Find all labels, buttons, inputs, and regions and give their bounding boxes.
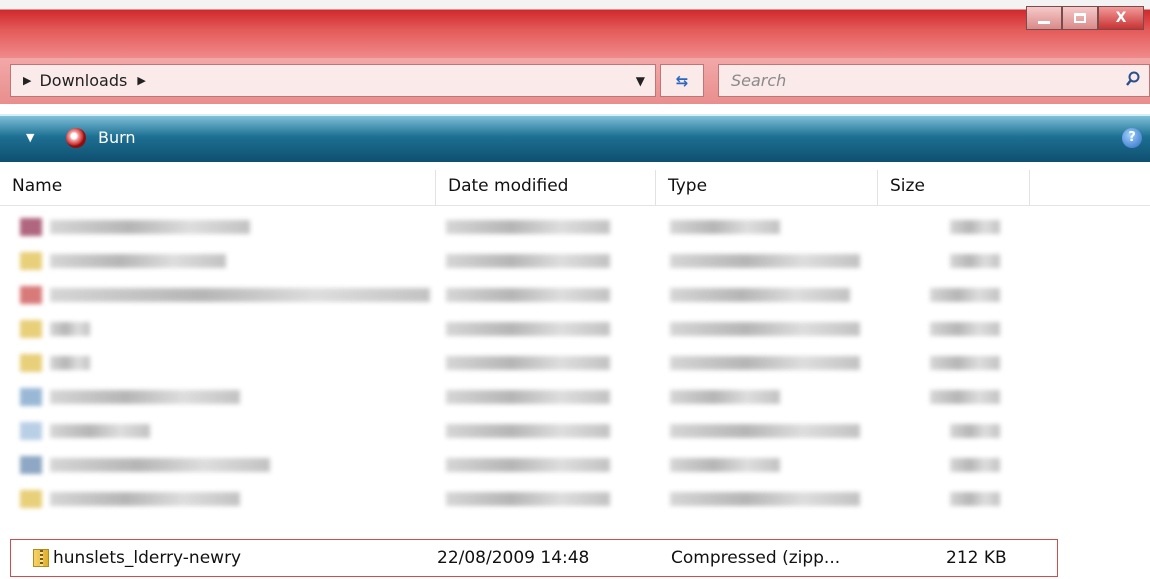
list-item[interactable]: [0, 414, 1030, 448]
close-icon: X: [1115, 10, 1127, 26]
list-item[interactable]: [0, 244, 1030, 278]
breadcrumb-downloads[interactable]: Downloads: [39, 71, 127, 90]
list-item[interactable]: [0, 380, 1030, 414]
file-icon: [20, 422, 42, 440]
refresh-icon: ⇆: [675, 71, 689, 90]
command-toolbar: ▼ Burn ?: [0, 114, 1150, 162]
breadcrumb-chevron-icon[interactable]: ▶: [137, 74, 145, 87]
file-icon: [20, 286, 42, 304]
file-date-modified: 22/08/2009 14:48: [437, 548, 590, 568]
refresh-button[interactable]: ⇆: [660, 64, 704, 97]
list-item[interactable]: [0, 482, 1030, 516]
column-type[interactable]: Type: [656, 170, 878, 206]
file-size: 212 KB: [946, 548, 1007, 568]
file-icon: [20, 218, 42, 236]
title-bar: X: [0, 0, 1150, 58]
search-icon[interactable]: [1125, 71, 1141, 87]
folder-icon: [20, 490, 42, 508]
close-button[interactable]: X: [1098, 6, 1144, 30]
list-item[interactable]: [0, 346, 1030, 380]
window-controls: X: [1026, 6, 1144, 30]
file-name[interactable]: hunslets_lderry-newry: [53, 540, 241, 576]
search-input[interactable]: Search: [718, 64, 1150, 97]
table-row-highlighted[interactable]: hunslets_lderry-newry 22/08/2009 14:48 C…: [10, 539, 1058, 577]
address-dropdown-icon[interactable]: ▼: [636, 74, 645, 88]
file-icon: [20, 388, 42, 406]
column-size[interactable]: Size: [878, 170, 1030, 206]
folder-icon: [20, 354, 42, 372]
organize-arrow-icon[interactable]: ▼: [26, 131, 34, 144]
zip-folder-icon: [33, 549, 49, 567]
burn-icon[interactable]: [66, 128, 86, 148]
folder-icon: [20, 320, 42, 338]
maximize-button[interactable]: [1062, 6, 1098, 30]
file-icon: [20, 456, 42, 474]
address-row: ▶ Downloads ▶ ▼ ⇆ Search: [0, 58, 1150, 104]
folder-icon: [20, 252, 42, 270]
minimize-button[interactable]: [1026, 6, 1062, 30]
address-bar[interactable]: ▶ Downloads ▶ ▼: [10, 64, 656, 97]
list-item[interactable]: [0, 210, 1030, 244]
column-date-modified[interactable]: Date modified: [436, 170, 656, 206]
search-placeholder: Search: [731, 71, 787, 90]
list-item[interactable]: [0, 312, 1030, 346]
column-name[interactable]: Name: [0, 170, 436, 206]
help-icon[interactable]: ?: [1122, 128, 1142, 148]
burn-button[interactable]: Burn: [98, 128, 136, 147]
list-item[interactable]: [0, 278, 1030, 312]
list-item[interactable]: [0, 448, 1030, 482]
file-list: [0, 210, 1150, 530]
minimize-icon: [1038, 20, 1050, 24]
file-type: Compressed (zipp...: [671, 548, 841, 568]
breadcrumb-arrow-icon[interactable]: ▶: [23, 74, 31, 87]
column-header-row: Name Date modified Type Size: [0, 170, 1150, 206]
maximize-icon: [1074, 13, 1086, 23]
